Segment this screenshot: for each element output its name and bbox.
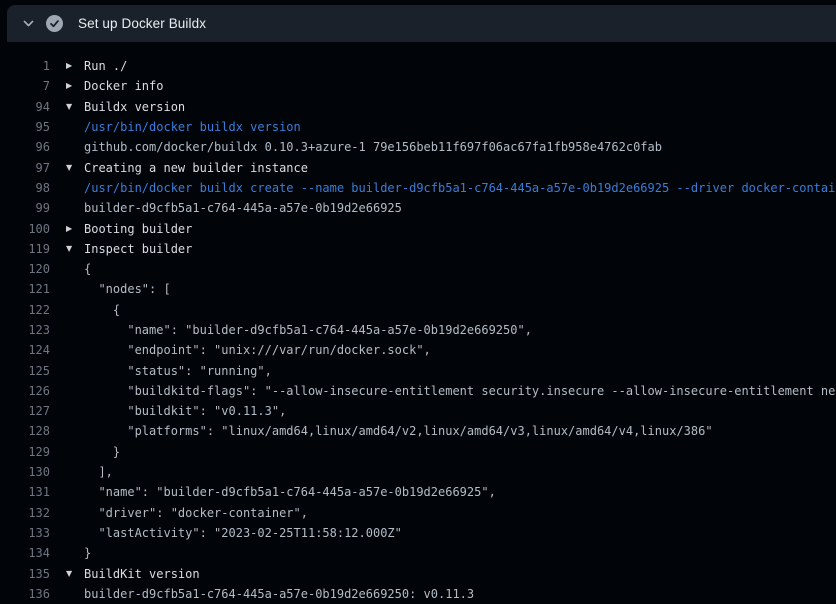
log-output-text: builder-d9cfb5a1-c764-445a-a57e-0b19d2e6… [84,201,402,215]
triangle-right-icon[interactable]: ▶ [50,82,84,90]
line-number[interactable]: 130 [0,465,50,479]
triangle-down-icon[interactable]: ▼ [50,103,84,111]
step-header[interactable]: Set up Docker Buildx [7,5,836,42]
line-number[interactable]: 125 [0,364,50,378]
chevron-down-icon[interactable] [21,17,35,31]
log-output-text: "status": "running", [84,364,272,378]
log-output-text: "nodes": [ [84,282,171,296]
log-group-title: Creating a new builder instance [84,161,308,175]
log-line-row: 134} [0,543,836,563]
log-line-row: 126 "buildkitd-flags": "--allow-insecure… [0,381,836,401]
line-number[interactable]: 120 [0,262,50,276]
log-line-row: 124 "endpoint": "unix:///var/run/docker.… [0,340,836,360]
log-output-text: "name": "builder-d9cfb5a1-c764-445a-a57e… [84,323,532,337]
log-line-row: 99 builder-d9cfb5a1-c764-445a-a57e-0b19d2… [0,198,836,218]
check-circle-icon [46,15,63,32]
log-line-row: 131 "name": "builder-d9cfb5a1-c764-445a-… [0,482,836,502]
log-output-text: "buildkit": "v0.11.3", [84,404,286,418]
log-command-text: /usr/bin/docker buildx version [84,120,301,134]
line-number[interactable]: 131 [0,485,50,499]
log-line-row: 133 "lastActivity": "2023-02-25T11:58:12… [0,523,836,543]
log-output-text: { [84,262,91,276]
log-output-text: "buildkitd-flags": "--allow-insecure-ent… [84,384,836,398]
log-output-text: "lastActivity": "2023-02-25T11:58:12.000… [84,526,402,540]
log-output-text: { [84,303,120,317]
line-number[interactable]: 94 [0,100,50,114]
line-number[interactable]: 119 [0,242,50,256]
line-number[interactable]: 129 [0,445,50,459]
line-number[interactable]: 7 [0,79,50,93]
log-line-row: 136 builder-d9cfb5a1-c764-445a-a57e-0b19d… [0,584,836,604]
log-line-row: 122 { [0,300,836,320]
triangle-down-icon[interactable]: ▼ [50,164,84,172]
line-number[interactable]: 95 [0,120,50,134]
log-line-row: 125 "status": "running", [0,360,836,380]
line-number[interactable]: 97 [0,161,50,175]
log-output-text: "platforms": "linux/amd64,linux/amd64/v2… [84,424,713,438]
line-number[interactable]: 136 [0,587,50,601]
line-number[interactable]: 127 [0,404,50,418]
line-number[interactable]: 98 [0,181,50,195]
log-output-text: "endpoint": "unix:///var/run/docker.sock… [84,343,431,357]
log-output-text: "driver": "docker-container", [84,506,308,520]
line-number[interactable]: 132 [0,506,50,520]
log-group-title: Docker info [84,79,163,93]
log-line-row: 127 "buildkit": "v0.11.3", [0,401,836,421]
line-number[interactable]: 133 [0,526,50,540]
log-group-title: Booting builder [84,222,192,236]
log-group-row[interactable]: 100▶Booting builder [0,218,836,238]
line-number[interactable]: 100 [0,222,50,236]
log-group-title: Inspect builder [84,242,192,256]
triangle-right-icon[interactable]: ▶ [50,62,84,70]
log-line-row: 95/usr/bin/docker buildx version [0,117,836,137]
triangle-down-icon[interactable]: ▼ [50,245,84,253]
triangle-right-icon[interactable]: ▶ [50,225,84,233]
log-line-row: 130 ], [0,462,836,482]
log-group-row[interactable]: 94▼Buildx version [0,97,836,117]
line-number[interactable]: 122 [0,303,50,317]
line-number[interactable]: 99 [0,201,50,215]
log-group-row[interactable]: 1▶Run ./ [0,56,836,76]
log-output-text: builder-d9cfb5a1-c764-445a-a57e-0b19d2e6… [84,587,474,601]
log-line-row: 128 "platforms": "linux/amd64,linux/amd6… [0,421,836,441]
log-group-row[interactable]: 135▼BuildKit version [0,563,836,583]
log-line-row: 129 } [0,442,836,462]
line-number[interactable]: 126 [0,384,50,398]
step-title: Set up Docker Buildx [78,16,206,31]
line-number[interactable]: 128 [0,424,50,438]
log-output-text: github.com/docker/buildx 0.10.3+azure-1 … [84,140,662,154]
log-group-title: BuildKit version [84,567,200,581]
log-output-text: "name": "builder-d9cfb5a1-c764-445a-a57e… [84,485,496,499]
line-number[interactable]: 123 [0,323,50,337]
log-line-row: 96 github.com/docker/buildx 0.10.3+azure-… [0,137,836,157]
actions-log-viewer: { "header": { "title": "Set up Docker Bu… [0,0,836,604]
log-group-row[interactable]: 119▼Inspect builder [0,239,836,259]
line-number[interactable]: 135 [0,567,50,581]
line-number[interactable]: 1 [0,59,50,73]
log-group-title: Buildx version [84,100,185,114]
log-command-text: /usr/bin/docker buildx create --name bui… [84,181,836,195]
log-line-row: 123 "name": "builder-d9cfb5a1-c764-445a-… [0,320,836,340]
log-content: 1▶Run ./7▶Docker info94▼Buildx version95… [0,42,836,604]
triangle-down-icon[interactable]: ▼ [50,570,84,578]
log-output-text: ], [84,465,113,479]
line-number[interactable]: 124 [0,343,50,357]
line-number[interactable]: 121 [0,282,50,296]
log-line-row: 120 { [0,259,836,279]
log-group-row[interactable]: 97▼Creating a new builder instance [0,157,836,177]
line-number[interactable]: 96 [0,140,50,154]
log-output-text: } [84,445,120,459]
log-output-text: } [84,546,91,560]
log-line-row: 121 "nodes": [ [0,279,836,299]
log-line-row: 132 "driver": "docker-container", [0,503,836,523]
log-lines-container: 1▶Run ./7▶Docker info94▼Buildx version95… [0,56,836,604]
log-line-row: 98/usr/bin/docker buildx create --name b… [0,178,836,198]
log-group-title: Run ./ [84,59,127,73]
log-group-row[interactable]: 7▶Docker info [0,76,836,96]
line-number[interactable]: 134 [0,546,50,560]
